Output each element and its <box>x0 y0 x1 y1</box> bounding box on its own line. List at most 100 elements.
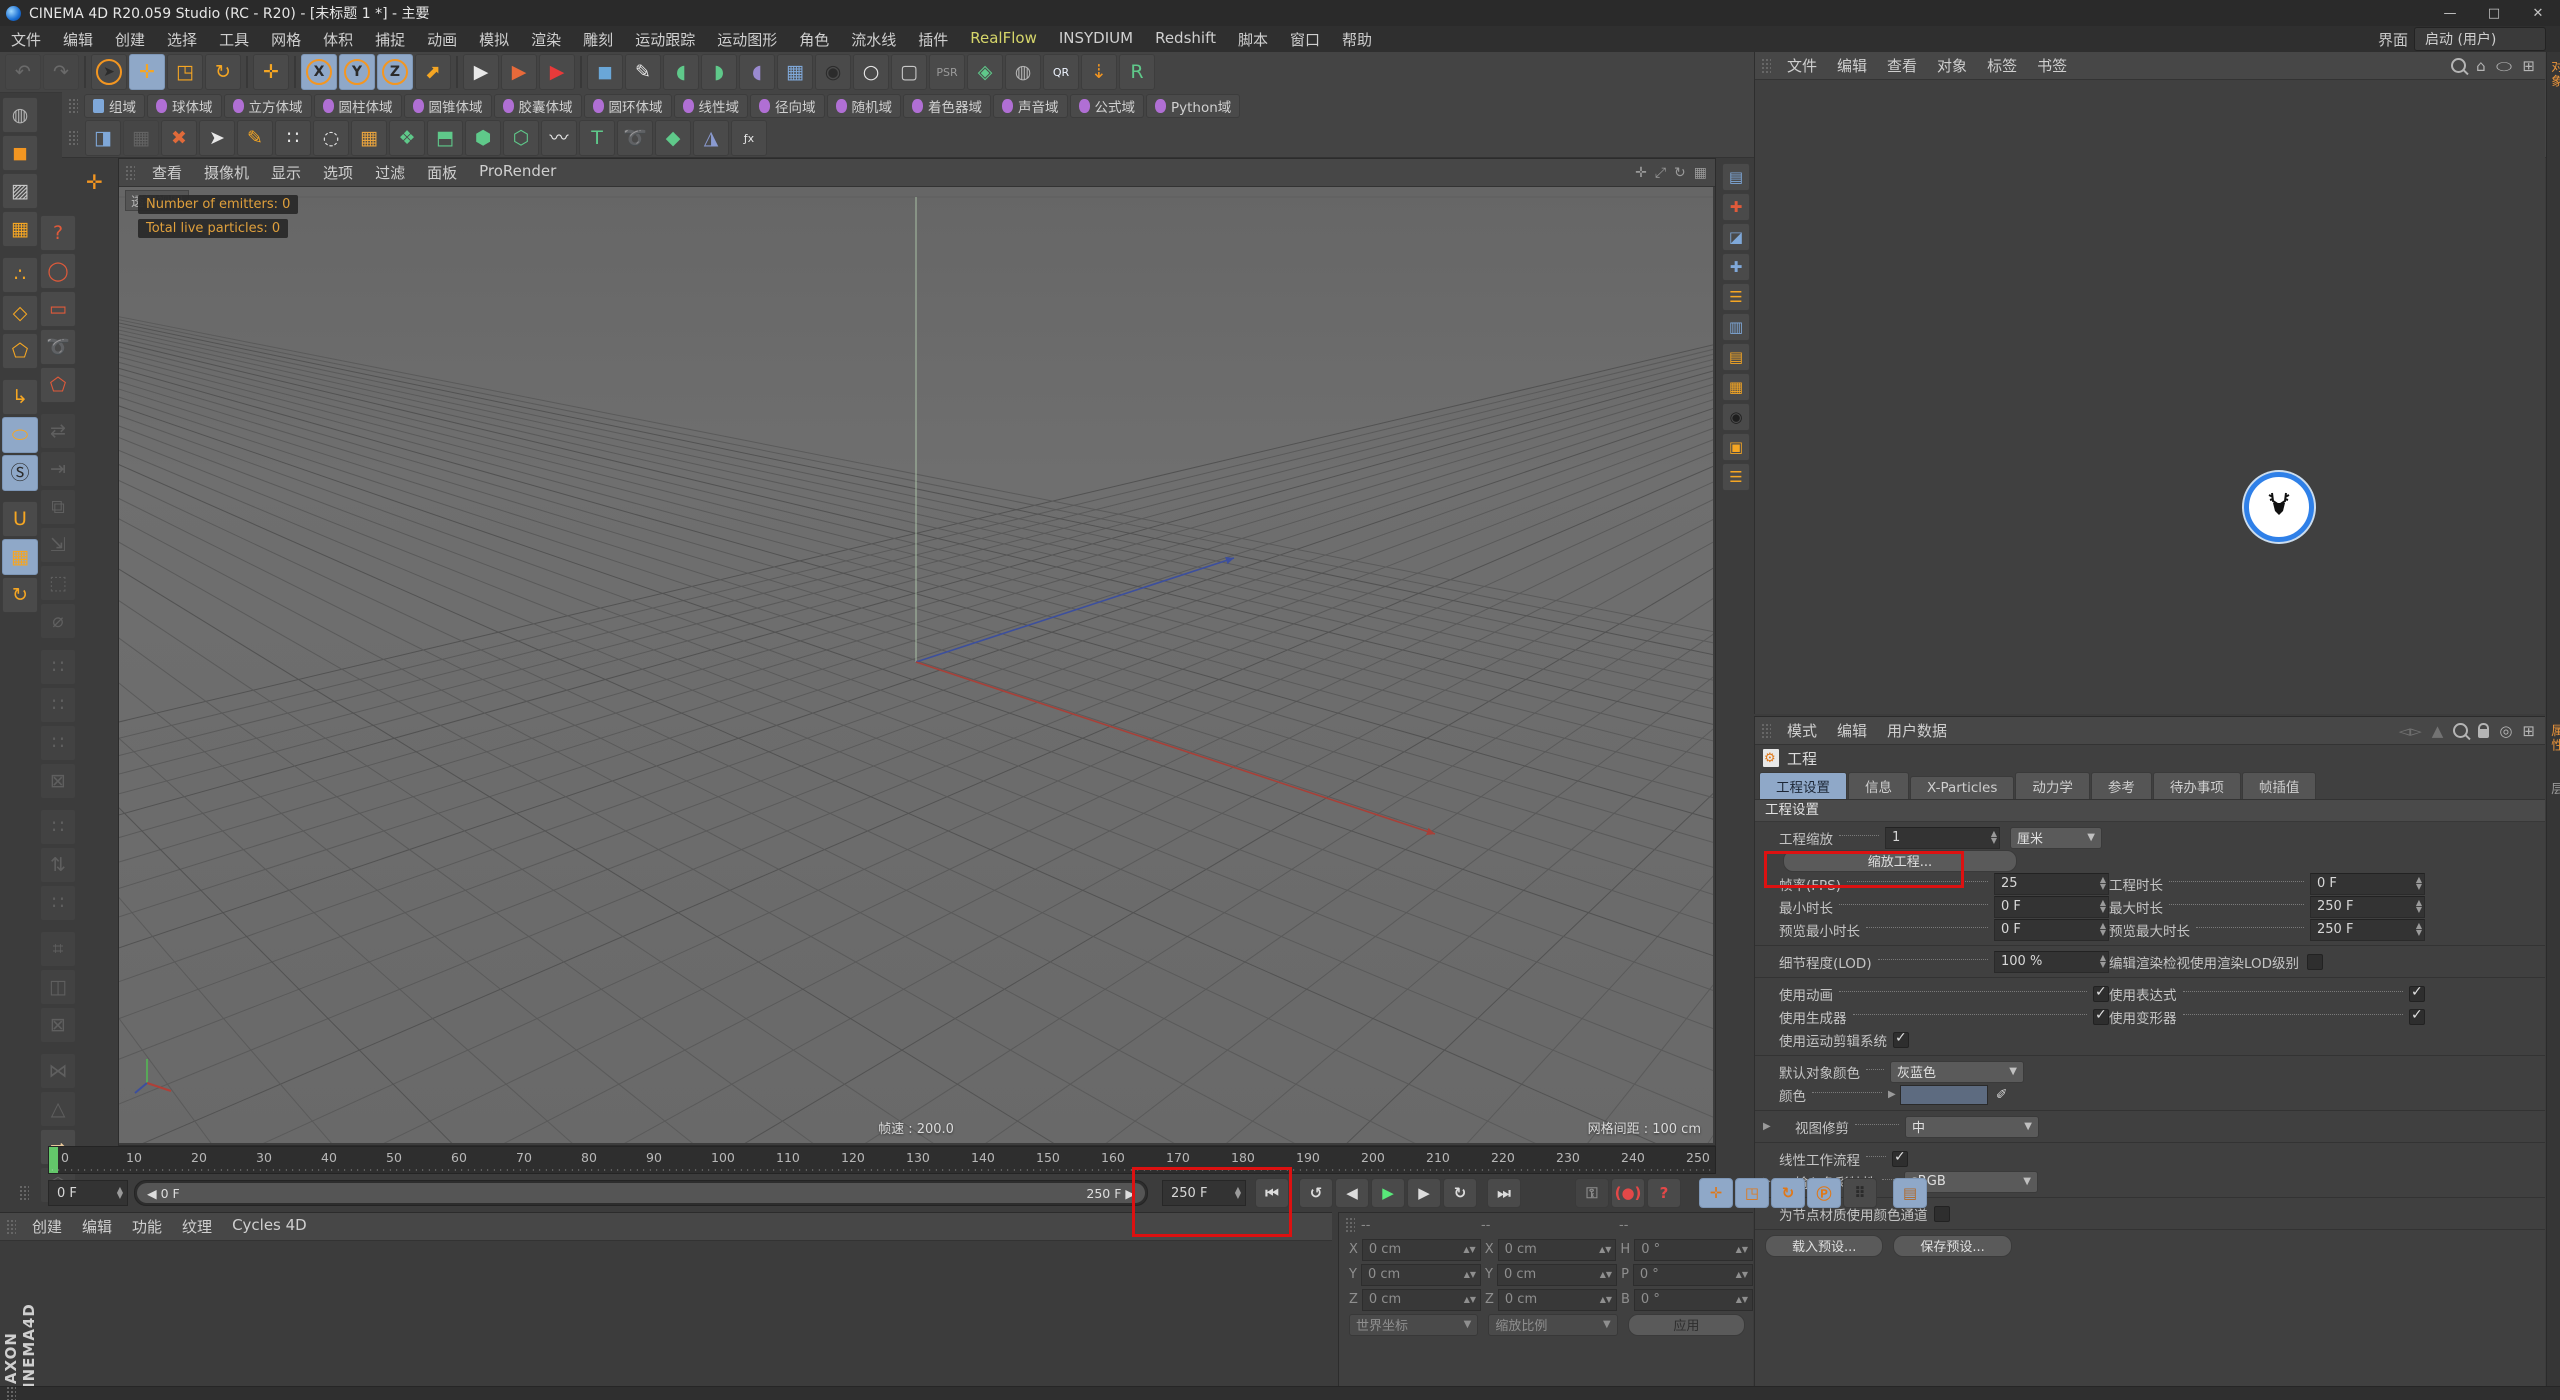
am-menu-2[interactable]: 编辑 <box>1827 720 1877 741</box>
color-swatch[interactable] <box>1899 1084 1988 1105</box>
attribute-tab-4[interactable]: 动力学 <box>2015 772 2090 799</box>
main-menu-1[interactable]: 文件 <box>0 29 52 50</box>
add-primitive-cube-icon[interactable]: ◼ <box>587 54 623 90</box>
field-button-12[interactable]: 声音域 <box>993 93 1068 118</box>
am-menu-1[interactable]: 模式 <box>1777 720 1827 741</box>
field-button-2[interactable]: 球体域 <box>147 93 222 118</box>
mirror-tool-icon[interactable]: ⇄ <box>40 413 76 449</box>
content-download-icon[interactable]: ⇣ <box>1081 54 1117 90</box>
rectangle-selection-icon[interactable]: ▭ <box>40 291 76 327</box>
selection-off-icon[interactable]: ✖ <box>161 120 197 156</box>
material-grip[interactable] <box>6 1218 16 1235</box>
attribute-tab-6[interactable]: 待办事项 <box>2152 772 2241 799</box>
material-psr-icon[interactable]: ▢ <box>891 54 927 90</box>
object-list-empty[interactable] <box>1755 80 2545 714</box>
viewport-menu-5[interactable]: 过滤 <box>364 162 416 183</box>
render-view-icon[interactable]: ▶ <box>463 54 499 90</box>
scale-tool-icon[interactable]: ◳ <box>167 54 203 90</box>
tp-group-gray-icon[interactable]: ▦ <box>123 120 159 156</box>
swap-red-blue-1-icon[interactable]: ✚ <box>1722 193 1750 221</box>
view-toggle-icon[interactable]: ▦ <box>1694 165 1707 181</box>
add-view-icon[interactable]: ✚ <box>1722 253 1750 281</box>
timeline-range-fill[interactable]: ◀ 0 F 250 F ▶ <box>137 1183 1145 1203</box>
play-reverse-button[interactable]: ↺ <box>1299 1178 1333 1208</box>
lock-x-axis-icon[interactable]: X <box>301 54 337 90</box>
cloner-icon[interactable]: ❖ <box>389 120 425 156</box>
material-menu-2[interactable]: 编辑 <box>72 1216 122 1237</box>
move-duplicate-icon[interactable]: ⧉ <box>40 489 76 525</box>
point-select-icon[interactable]: ➤ <box>199 120 235 156</box>
coord-grip[interactable] <box>1345 1217 1355 1233</box>
palette-pin-icon[interactable]: ✛ <box>86 170 103 194</box>
om-menu-5[interactable]: 标签 <box>1977 55 2027 76</box>
move-tool-icon[interactable]: ✛ <box>129 54 165 90</box>
autokey-button[interactable]: (●) <box>1611 1178 1645 1208</box>
material-menu-4[interactable]: 纹理 <box>172 1216 222 1237</box>
slider-panel-1-icon[interactable]: ☰ <box>1722 283 1750 311</box>
deformer-blue-icon[interactable]: ◮ <box>693 120 729 156</box>
interface-dropdown[interactable]: 启动 (用户) <box>2414 27 2546 51</box>
loop-button[interactable]: ↻ <box>1443 1178 1477 1208</box>
use-expressions-checkbox[interactable] <box>2409 984 2425 1002</box>
record-rotation-toggle[interactable]: ↻ <box>1771 1178 1805 1208</box>
viewport-menu-7[interactable]: ProRender <box>468 162 567 183</box>
undo-icon[interactable]: ↶ <box>5 54 41 90</box>
field-button-13[interactable]: 公式域 <box>1069 93 1144 118</box>
xpresso-icon[interactable]: ◈ <box>967 54 1003 90</box>
rot-b-field[interactable]: 0 ° ▲▼ <box>1633 1288 1754 1311</box>
layers-vertical-tab[interactable]: 层 <box>2547 782 2560 797</box>
next-frame-button[interactable]: ▶ <box>1407 1178 1441 1208</box>
dots-b-icon[interactable]: ∷ <box>40 687 76 723</box>
viewport-menu-2[interactable]: 摄像机 <box>193 162 260 183</box>
scale-y-field[interactable]: 0 cm ▲▼ <box>1496 1263 1618 1286</box>
main-menu-8[interactable]: 捕捉 <box>364 29 416 50</box>
om-menu-2[interactable]: 编辑 <box>1827 55 1877 76</box>
field-button-4[interactable]: 圆柱体域 <box>313 93 402 118</box>
main-menu-22[interactable]: 窗口 <box>1279 29 1331 50</box>
lasso-selection-icon[interactable]: ➰ <box>40 329 76 365</box>
layout-split-icon[interactable]: ▥ <box>1722 313 1750 341</box>
use-generators-checkbox[interactable] <box>2093 1007 2109 1025</box>
tp-group-blue-icon[interactable]: ◨ <box>85 120 121 156</box>
previous-frame-button[interactable]: ◀ <box>1335 1178 1369 1208</box>
slider-panel-2-icon[interactable]: ▤ <box>1722 343 1750 371</box>
scale-z-field[interactable]: 0 cm ▲▼ <box>1497 1288 1617 1311</box>
history-back-icon[interactable]: ◅▻ <box>2399 722 2422 740</box>
edges-mode-icon[interactable]: ◇ <box>2 295 38 331</box>
layout-pencil-icon[interactable]: ▤ <box>1722 163 1750 191</box>
extrude-cube-icon[interactable]: ⬚ <box>40 565 76 601</box>
field-button-8[interactable]: 线性域 <box>673 93 748 118</box>
play-button[interactable]: ▶ <box>1371 1178 1405 1208</box>
points-mode-icon[interactable]: ∴ <box>2 257 38 293</box>
main-menu-23[interactable]: 帮助 <box>1331 29 1383 50</box>
coordinate-system-icon[interactable]: ⬈ <box>415 54 451 90</box>
keyframe-help-button[interactable]: ? <box>1647 1178 1681 1208</box>
main-menu-20[interactable]: Redshift <box>1144 29 1227 50</box>
record-scale-toggle[interactable]: ◳ <box>1735 1178 1769 1208</box>
goto-end-button[interactable]: ⏭ <box>1487 1178 1521 1208</box>
field-button-7[interactable]: 圆环体域 <box>583 93 672 118</box>
split-tool-icon[interactable]: ⋈ <box>40 1053 76 1089</box>
view-rotate-icon[interactable]: ↻ <box>1674 165 1686 181</box>
material-menu-1[interactable]: 创建 <box>22 1216 72 1237</box>
lod-checkbox[interactable] <box>2307 953 2324 970</box>
floor-environment-icon[interactable]: ▦ <box>777 54 813 90</box>
timeline-ruler[interactable]: 0 10 20 30 40 50 60 70 80 90 100 110 120 130 140 150 160… <box>48 1146 1716 1174</box>
redo-icon[interactable]: ↷ <box>43 54 79 90</box>
spline-dots-icon[interactable]: ∷ <box>275 120 311 156</box>
mo-instance-icon[interactable]: ⬢ <box>465 120 501 156</box>
pos-x-field[interactable]: 0 cm ▲▼ <box>1361 1238 1481 1261</box>
main-menu-21[interactable]: 脚本 <box>1227 29 1279 50</box>
hide-sel-icon[interactable]: ◫ <box>40 969 76 1005</box>
attributes-vertical-tab[interactable]: 属性 <box>2547 724 2560 753</box>
material-list-empty[interactable] <box>0 1241 1332 1387</box>
polygon-selection-icon[interactable]: ⬠ <box>40 367 76 403</box>
main-menu-6[interactable]: 网格 <box>260 29 312 50</box>
mo-extrude-icon[interactable]: ⬡ <box>503 120 539 156</box>
light-icon[interactable]: ○ <box>853 54 889 90</box>
deformers-icon[interactable]: ◖ <box>739 54 775 90</box>
maximize-button[interactable]: □ <box>2472 0 2516 26</box>
simulation-toggle-icon[interactable]: Ⓢ <box>2 455 38 491</box>
am-search-icon[interactable] <box>2453 723 2469 738</box>
matrix-grid-icon[interactable]: ▦ <box>351 120 387 156</box>
